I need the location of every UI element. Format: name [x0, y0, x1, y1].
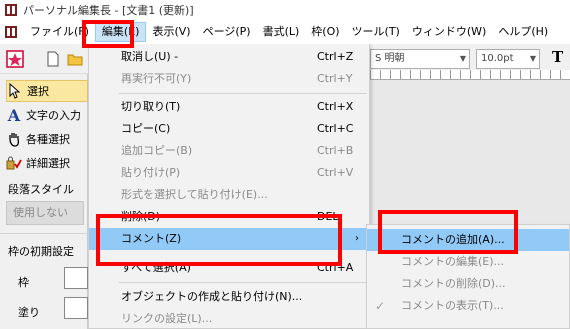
menu-item-label: リンクの設定(L)... — [121, 312, 213, 325]
menu-item-shortcut: Ctrl+V — [317, 166, 354, 179]
menu-item-shortcut: Ctrl+X — [317, 100, 354, 113]
menu-item-cut[interactable]: 切り取り(T) Ctrl+X — [89, 96, 369, 118]
submenu-item-label: コメントの編集(E)... — [401, 255, 505, 268]
title-bar: パーソナル編集長 - [文書1 (更新)] — [0, 0, 570, 20]
menu-item-paste-special: 形式を選択して貼り付け(E)... — [89, 184, 369, 206]
document-menu-icon[interactable] — [4, 25, 18, 39]
menu-item-paste: 貼り付け(P) Ctrl+V — [89, 162, 369, 184]
annotation-highlight-edit-menu — [82, 20, 134, 48]
chevron-down-icon: ▼ — [529, 54, 536, 63]
hand-icon — [6, 131, 22, 147]
menu-frame[interactable]: 枠(O) — [305, 22, 345, 42]
menu-item-label: コピー(C) — [121, 122, 171, 135]
arrow-cursor-icon — [7, 83, 23, 99]
submenu-item-label: コメントの表示(T)... — [401, 299, 504, 312]
menu-format[interactable]: 書式(L) — [257, 22, 306, 42]
edit-menu-dropdown: 取消し(U) - Ctrl+Z 再実行不可(Y) Ctrl+Y 切り取り(T) … — [88, 44, 370, 329]
menu-item-append-copy: 追加コピー(B) Ctrl+B — [89, 140, 369, 162]
menu-item-redo: 再実行不可(Y) Ctrl+Y — [89, 68, 369, 90]
menu-item-shortcut: Ctrl+C — [317, 122, 354, 135]
text-tool-icon[interactable]: T — [552, 48, 563, 66]
menu-view[interactable]: 表示(V) — [146, 22, 196, 42]
frame-line-label: 枠 — [18, 276, 29, 289]
menu-item-label: 追加コピー(B) — [121, 144, 193, 157]
submenu-item-edit-comment: コメントの編集(E)... — [367, 251, 569, 273]
menu-item-label: 形式を選択して貼り付け(E)... — [121, 188, 268, 201]
font-size-value: 10.0pt — [481, 53, 514, 64]
submenu-item-show-comment: ✓ コメントの表示(T)... — [367, 295, 569, 317]
checkmark-icon: ✓ — [375, 299, 386, 313]
menu-item-shortcut: Ctrl+Z — [317, 50, 354, 63]
text-a-icon: A — [7, 105, 21, 125]
menu-item-link-settings: リンクの設定(L)... — [89, 308, 369, 329]
menu-item-insert-object[interactable]: オブジェクトの作成と貼り付け(N)... — [89, 286, 369, 308]
chevron-right-icon: › — [355, 233, 359, 244]
paragraph-style-label: 段落スタイル — [8, 183, 74, 196]
tool-various-select-label: 各種選択 — [26, 133, 70, 146]
frame-initial-settings-label: 枠の初期設定 — [8, 245, 74, 258]
menu-item-label: 取消し(U) - — [121, 50, 179, 63]
open-folder-icon[interactable] — [66, 50, 84, 68]
star-frame-icon[interactable] — [6, 50, 24, 68]
menu-item-label: オブジェクトの作成と貼り付け(N)... — [121, 290, 303, 303]
font-name-value: S 明朝 — [375, 53, 405, 64]
tool-detail-select-label: 詳細選択 — [26, 157, 70, 170]
menu-item-undo[interactable]: 取消し(U) - Ctrl+Z — [89, 46, 369, 68]
lock-check-icon — [6, 155, 22, 171]
tool-text-input-label: 文字の入力 — [26, 109, 81, 122]
menu-item-label: 貼り付け(P) — [121, 166, 181, 179]
fill-label: 塗り — [18, 306, 40, 319]
menu-tools[interactable]: ツール(T) — [346, 22, 406, 42]
horizontal-ruler — [370, 70, 570, 80]
paragraph-style-value: 使用しない — [13, 206, 68, 219]
new-document-icon[interactable] — [44, 50, 62, 68]
menu-item-shortcut: Ctrl+Y — [317, 72, 353, 85]
menu-help[interactable]: ヘルプ(H) — [492, 22, 554, 42]
divider — [0, 233, 88, 234]
paragraph-style-select: 使用しない — [6, 201, 84, 225]
frame-line-swatch[interactable] — [64, 267, 88, 289]
font-size-combo[interactable]: 10.0pt ▼ — [476, 49, 540, 69]
chevron-down-icon: ▼ — [459, 54, 466, 63]
tool-detail-select[interactable]: 詳細選択 — [6, 152, 88, 174]
tool-select[interactable]: 選択 — [6, 80, 88, 102]
annotation-highlight-comment-item — [96, 214, 342, 266]
tool-various-select[interactable]: 各種選択 — [6, 128, 88, 150]
menu-item-copy[interactable]: コピー(C) Ctrl+C — [89, 118, 369, 140]
left-tool-panel: 選択 A 文字の入力 各種選択 詳細選択 段落スタイル 使用しない 枠の初期設定… — [0, 74, 88, 329]
submenu-item-label: コメントの削除(D)... — [401, 277, 506, 290]
menu-separator — [119, 93, 367, 94]
menu-page[interactable]: ページ(P) — [197, 22, 257, 42]
menu-item-label: 再実行不可(Y) — [121, 72, 192, 85]
app-logo-icon — [4, 3, 18, 17]
menu-window[interactable]: ウィンドウ(W) — [406, 22, 492, 42]
tool-text-input[interactable]: A 文字の入力 — [6, 104, 88, 126]
font-name-combo[interactable]: S 明朝 ▼ — [370, 49, 470, 69]
tool-select-label: 選択 — [27, 85, 49, 98]
fill-swatch[interactable] — [64, 297, 88, 319]
menu-item-shortcut: Ctrl+B — [317, 144, 354, 157]
annotation-highlight-add-comment — [378, 210, 518, 254]
menu-separator — [119, 282, 367, 283]
submenu-item-delete-comment: コメントの削除(D)... — [367, 273, 569, 295]
window-title: パーソナル編集長 - [文書1 (更新)] — [23, 4, 194, 17]
menu-item-label: 切り取り(T) — [121, 100, 181, 113]
